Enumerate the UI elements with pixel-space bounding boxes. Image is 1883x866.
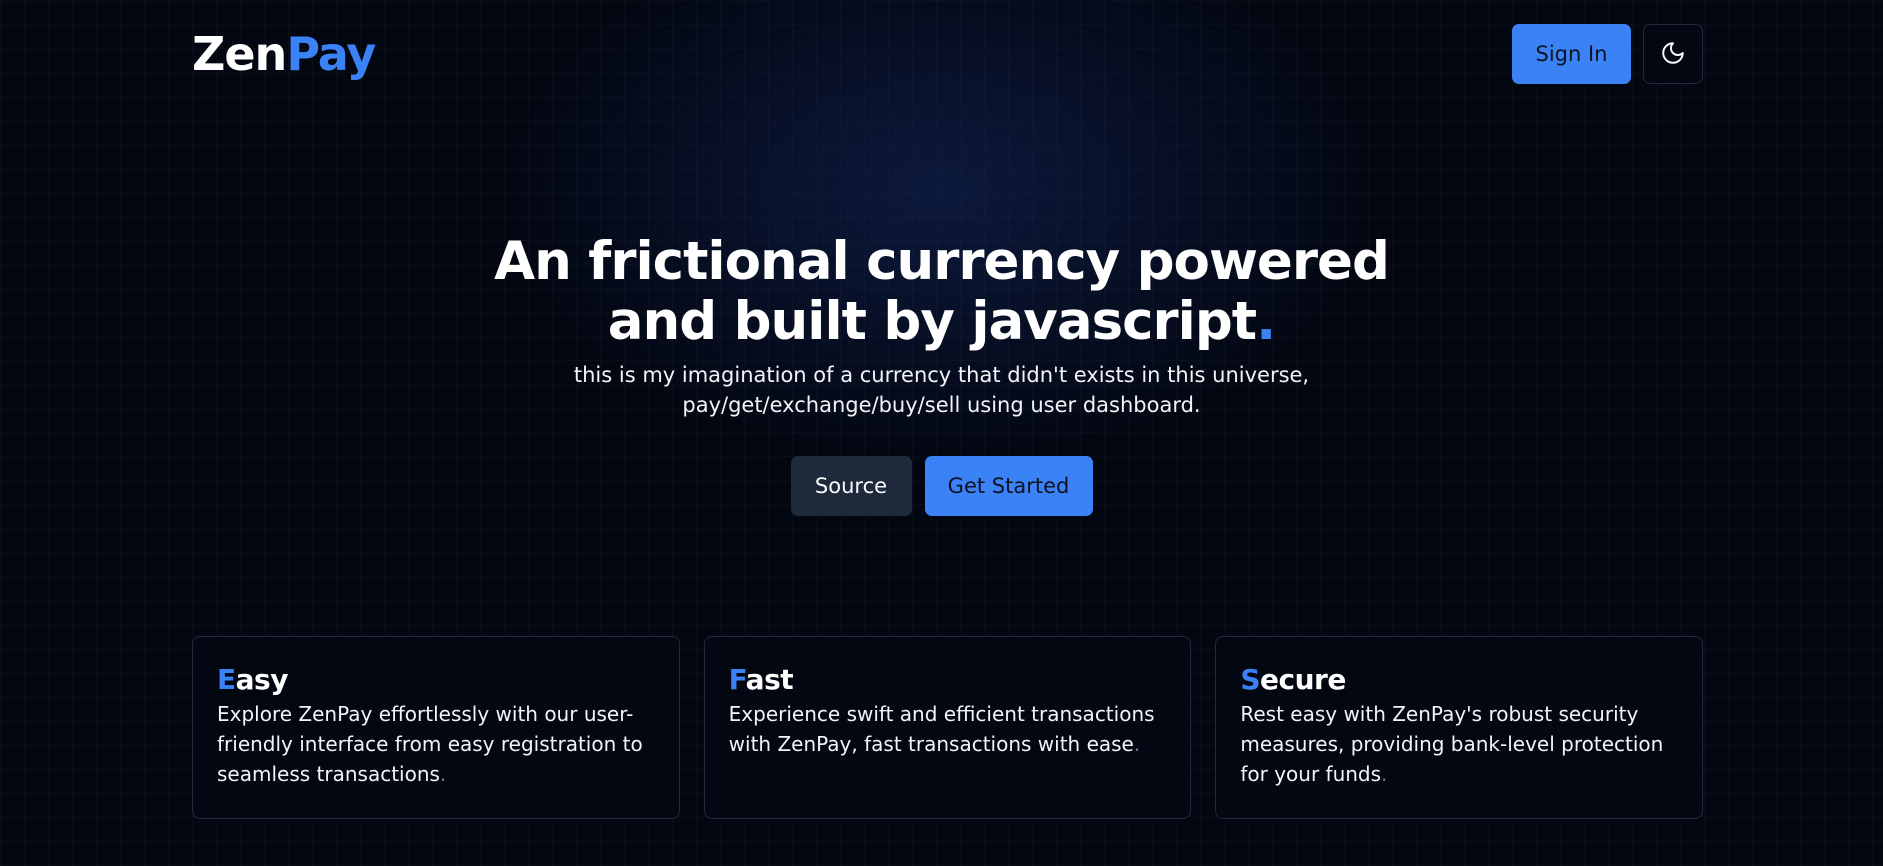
feature-card-fast: Fast Experience swift and efficient tran… xyxy=(703,636,1192,819)
feature-description: Rest easy with ZenPay's robust security … xyxy=(1240,702,1664,786)
sign-in-button[interactable]: Sign In xyxy=(1512,24,1631,84)
feature-card-secure: Secure Rest easy with ZenPay's robust se… xyxy=(1215,636,1704,819)
get-started-button[interactable]: Get Started xyxy=(924,456,1093,516)
feature-card-easy: Easy Explore ZenPay effortlessly with ou… xyxy=(192,636,680,819)
hero-headline-line2-text: and built by javascript xyxy=(607,291,1257,352)
feature-card-text: Explore ZenPay effortlessly with our use… xyxy=(217,699,655,789)
hero-subtitle: this is my imagination of a currency tha… xyxy=(0,360,1883,420)
hero-subtitle-line2: pay/get/exchange/buy/sell using user das… xyxy=(682,393,1201,417)
feature-cards: Easy Explore ZenPay effortlessly with ou… xyxy=(192,636,1704,819)
feature-card-title: Secure xyxy=(1240,663,1678,697)
feature-description-end: . xyxy=(1381,762,1388,786)
feature-card-title: Fast xyxy=(729,663,1167,697)
hero-headline-line1: An frictional currency powered xyxy=(494,231,1390,292)
feature-card-title: Easy xyxy=(217,663,655,697)
hero-headline: An frictional currency powered and built… xyxy=(0,232,1883,352)
feature-description: Explore ZenPay effortlessly with our use… xyxy=(217,702,643,786)
feature-title-initial: S xyxy=(1240,663,1261,696)
hero-cta-group: Source Get Started xyxy=(0,456,1883,516)
moon-icon xyxy=(1660,40,1686,69)
brand-logo[interactable]: ZenPay xyxy=(192,26,376,82)
feature-title-initial: E xyxy=(217,663,236,696)
feature-title-initial: F xyxy=(728,663,747,696)
feature-title-rest: ecure xyxy=(1260,663,1346,696)
hero-subtitle-line1: this is my imagination of a currency tha… xyxy=(573,363,1310,387)
feature-title-rest: ast xyxy=(745,663,794,696)
feature-description-end: . xyxy=(439,762,447,786)
brand-logo-part1: Zen xyxy=(192,27,287,81)
theme-toggle-button[interactable] xyxy=(1643,24,1703,84)
feature-card-text: Rest easy with ZenPay's robust security … xyxy=(1240,699,1678,789)
hero-headline-line2: and built by javascript. xyxy=(0,292,1883,352)
feature-card-text: Experience swift and efficient transacti… xyxy=(729,699,1167,759)
feature-description-end: . xyxy=(1133,732,1141,756)
brand-logo-part2: Pay xyxy=(286,27,376,81)
feature-title-rest: asy xyxy=(235,663,289,696)
feature-description: Experience swift and efficient transacti… xyxy=(728,702,1155,756)
source-button[interactable]: Source xyxy=(790,456,912,516)
hero-headline-dot: . xyxy=(1256,291,1276,352)
